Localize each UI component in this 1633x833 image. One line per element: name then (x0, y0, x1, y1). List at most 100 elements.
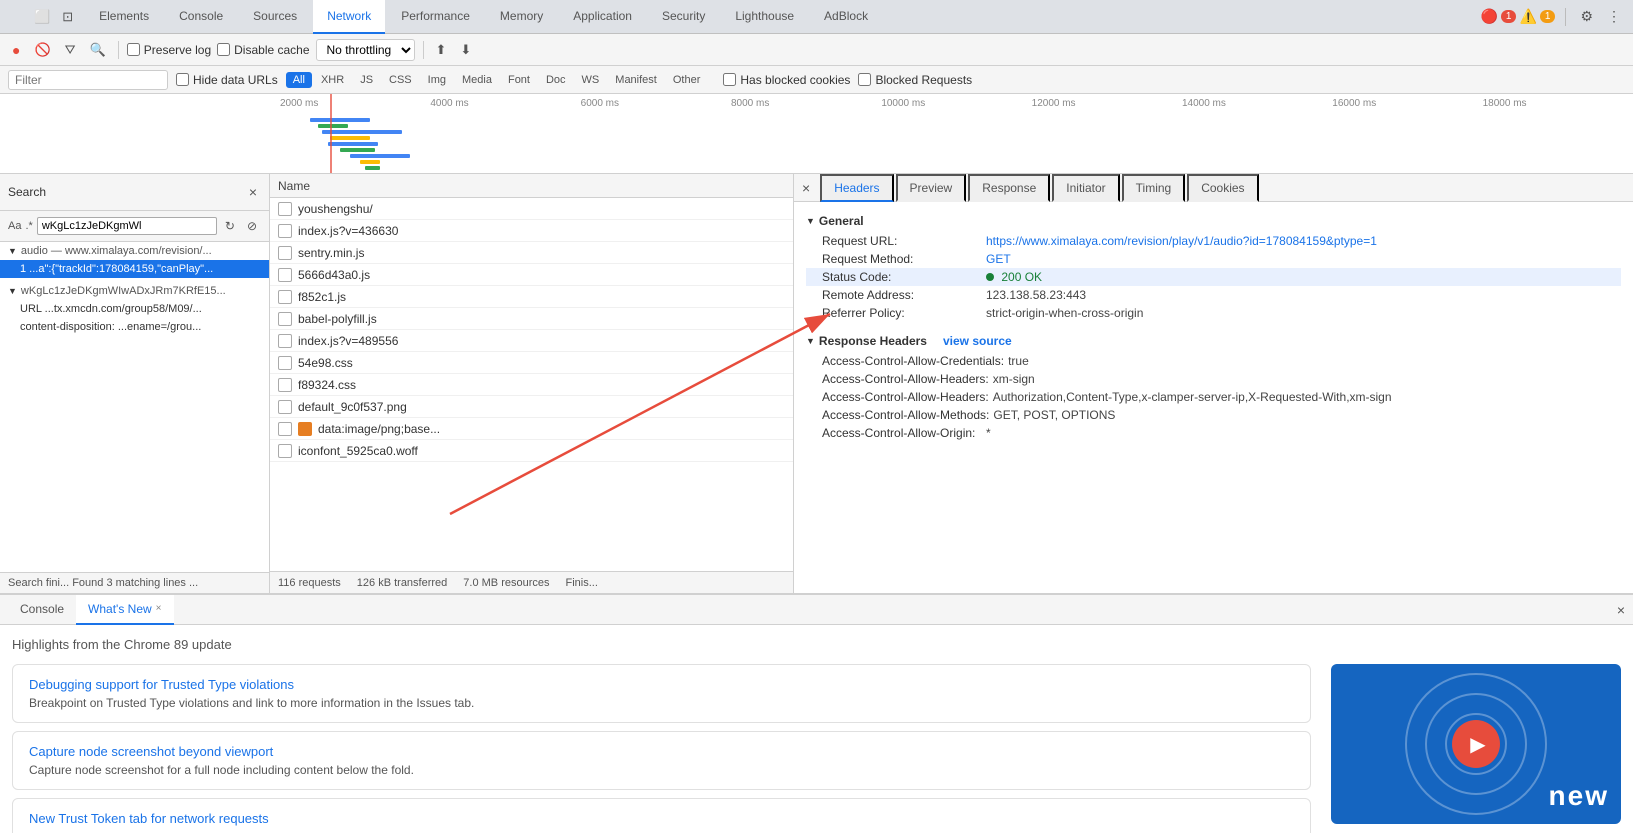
request-checkbox[interactable] (278, 290, 292, 304)
close-search-button[interactable]: × (245, 180, 261, 204)
blocked-requests-checkbox[interactable] (858, 73, 871, 86)
view-source-link[interactable]: view source (943, 334, 1012, 348)
tab-bar: ⬜ ⊡ Elements Console Sources Network Per… (0, 0, 1633, 34)
nav-item-1[interactable]: 1 ...a":{"trackId":178084159,"canPlay"..… (0, 260, 269, 278)
tab-performance[interactable]: Performance (387, 0, 484, 34)
request-checkbox[interactable] (278, 422, 292, 436)
feature-card-2[interactable]: Capture node screenshot beyond viewport … (12, 731, 1311, 790)
request-row[interactable]: 5666d43a0.js (270, 264, 793, 286)
filter-type-all[interactable]: All (286, 72, 312, 88)
refresh-icon[interactable]: ↻ (221, 215, 239, 237)
request-row[interactable]: f852c1.js (270, 286, 793, 308)
filter-type-font[interactable]: Font (501, 72, 537, 88)
request-row[interactable]: index.js?v=436630 (270, 220, 793, 242)
filter-type-img[interactable]: Img (421, 72, 453, 88)
filter-type-other[interactable]: Other (666, 72, 708, 88)
nav-group-audio[interactable]: ▼ audio — www.ximalaya.com/revision/... (0, 242, 269, 260)
tab-sources[interactable]: Sources (239, 0, 311, 34)
record-button[interactable]: ● (8, 40, 24, 60)
close-whats-new-icon[interactable]: × (156, 603, 162, 614)
filter-type-css[interactable]: CSS (382, 72, 419, 88)
feature-card-1[interactable]: Debugging support for Trusted Type viola… (12, 664, 1311, 723)
feature-title-3: New Trust Token tab for network requests (29, 811, 1294, 826)
throttle-select[interactable]: No throttling (316, 39, 415, 61)
tab-cookies[interactable]: Cookies (1187, 174, 1258, 202)
request-row[interactable]: sentry.min.js (270, 242, 793, 264)
request-row[interactable]: data:image/png;base... (270, 418, 793, 440)
search-input[interactable] (37, 217, 217, 235)
export-button[interactable]: ⬇ (456, 40, 475, 60)
request-checkbox[interactable] (278, 356, 292, 370)
disable-cache-label[interactable]: Disable cache (217, 43, 309, 57)
request-row[interactable]: default_9c0f537.png (270, 396, 793, 418)
preserve-log-checkbox[interactable] (127, 43, 140, 56)
request-checkbox[interactable] (278, 224, 292, 238)
request-checkbox[interactable] (278, 268, 292, 282)
hide-data-urls-label[interactable]: Hide data URLs (176, 73, 278, 87)
response-headers-section-header[interactable]: ▼ Response Headers view source (806, 330, 1621, 352)
blocked-requests-label[interactable]: Blocked Requests (858, 73, 972, 87)
general-section-header[interactable]: ▼ General (806, 210, 1621, 232)
tab-timing[interactable]: Timing (1122, 174, 1186, 202)
detail-row-aca-headers-2: Access-Control-Allow-Headers: Authorizat… (806, 388, 1621, 406)
request-row[interactable]: 54e98.css (270, 352, 793, 374)
filter-type-doc[interactable]: Doc (539, 72, 573, 88)
tab-response[interactable]: Response (968, 174, 1050, 202)
request-row[interactable]: iconfont_5925ca0.woff (270, 440, 793, 462)
regex-icon: .* (25, 220, 32, 232)
request-checkbox[interactable] (278, 202, 292, 216)
tab-preview[interactable]: Preview (896, 174, 967, 202)
request-checkbox[interactable] (278, 246, 292, 260)
request-checkbox[interactable] (278, 400, 292, 414)
tab-console[interactable]: Console (165, 0, 237, 34)
detail-panel: × Headers Preview Response Initiator Tim… (793, 174, 1633, 593)
request-row[interactable]: babel-polyfill.js (270, 308, 793, 330)
inspect-icon[interactable]: ⊡ (58, 5, 77, 29)
request-row[interactable]: f89324.css (270, 374, 793, 396)
filter-type-xhr[interactable]: XHR (314, 72, 351, 88)
tab-application[interactable]: Application (559, 0, 646, 34)
tab-elements[interactable]: Elements (85, 0, 163, 34)
tab-network[interactable]: Network (313, 0, 385, 34)
detail-close-button[interactable]: × (794, 174, 818, 202)
tab-adblock[interactable]: AdBlock (810, 0, 882, 34)
tab-memory[interactable]: Memory (486, 0, 557, 34)
video-thumbnail[interactable]: ▶ new (1331, 664, 1621, 824)
feature-card-3[interactable]: New Trust Token tab for network requests (12, 798, 1311, 833)
request-checkbox[interactable] (278, 334, 292, 348)
filter-type-media[interactable]: Media (455, 72, 499, 88)
tab-whats-new[interactable]: What's New × (76, 595, 173, 625)
request-row[interactable]: youshengshu/ (270, 198, 793, 220)
request-row[interactable]: index.js?v=489556 (270, 330, 793, 352)
hide-data-urls-checkbox[interactable] (176, 73, 189, 86)
restore-icon[interactable]: ⬜ (30, 5, 54, 29)
more-icon[interactable]: ⋮ (1603, 4, 1625, 29)
import-button[interactable]: ⬆ (432, 40, 451, 60)
request-checkbox[interactable] (278, 444, 292, 458)
request-name: f852c1.js (298, 290, 346, 304)
has-blocked-cookies-checkbox[interactable] (723, 73, 736, 86)
tab-lighthouse[interactable]: Lighthouse (721, 0, 808, 34)
tab-console-bottom[interactable]: Console (8, 595, 76, 625)
filter-icon-button[interactable]: ⛛ (61, 40, 80, 60)
request-checkbox[interactable] (278, 312, 292, 326)
filter-type-ws[interactable]: WS (575, 72, 607, 88)
has-blocked-cookies-label[interactable]: Has blocked cookies (723, 73, 850, 87)
filter-input[interactable] (8, 70, 168, 90)
preserve-log-label[interactable]: Preserve log (127, 43, 211, 57)
filter-type-js[interactable]: JS (353, 72, 380, 88)
clear-search-icon[interactable]: ⊘ (243, 215, 261, 237)
clear-button[interactable]: 🚫 (30, 40, 54, 60)
disable-cache-checkbox[interactable] (217, 43, 230, 56)
settings-icon[interactable]: ⚙ (1576, 4, 1597, 29)
nav-item-content[interactable]: content-disposition: ...ename=/grou... (0, 318, 269, 336)
tab-initiator[interactable]: Initiator (1052, 174, 1119, 202)
close-bottom-panel-button[interactable]: × (1609, 598, 1633, 622)
tab-headers[interactable]: Headers (820, 174, 893, 202)
nav-group-wkglc[interactable]: ▼ wKgLc1zJeDKgmWIwADxJRm7KRfE15... (0, 282, 269, 300)
request-checkbox[interactable] (278, 378, 292, 392)
tab-security[interactable]: Security (648, 0, 719, 34)
filter-type-manifest[interactable]: Manifest (608, 72, 664, 88)
nav-item-url[interactable]: URL ...tx.xmcdn.com/group58/M09/... (0, 300, 269, 318)
search-icon-button[interactable]: 🔍 (86, 40, 110, 60)
